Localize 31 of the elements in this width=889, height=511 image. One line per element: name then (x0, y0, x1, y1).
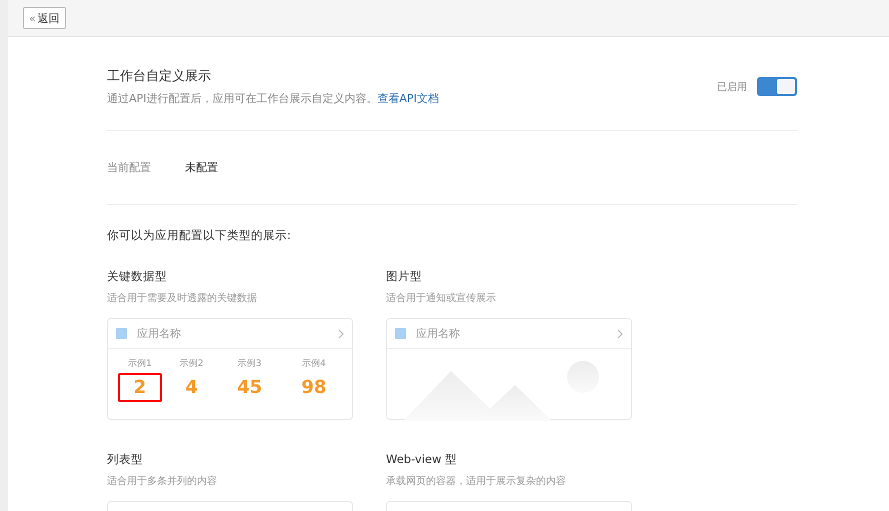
config-label: 当前配置 (107, 160, 151, 175)
app-icon (395, 328, 406, 339)
metric-label: 示例3 (238, 358, 262, 370)
back-button[interactable]: « 返回 (23, 7, 66, 29)
type-description: 适合用于需要及时透露的关键数据 (107, 292, 258, 305)
app-name: 应用名称 (137, 326, 182, 341)
type-description: 承载网页的容器，适用于展示复杂的内容 (386, 474, 567, 488)
intro-text: 你可以为应用配置以下类型的展示: (107, 228, 292, 243)
section-title: 工作台自定义展示 (107, 68, 212, 85)
type-title: 关键数据型 (107, 269, 168, 284)
enable-toggle[interactable] (757, 77, 797, 96)
metric-value: 4 (184, 376, 199, 400)
app-name: 应用名称 (416, 326, 461, 341)
type-title: 列表型 (107, 452, 144, 467)
type-title: Web-view 型 (386, 452, 458, 467)
section-description: 通过API进行配置后，应用可在工作台展示自定义内容。查看API文档 (107, 91, 439, 106)
config-value: 未配置 (185, 160, 218, 175)
type-description: 适合用于多条并列的内容 (107, 474, 218, 488)
metric-value: 98 (300, 376, 328, 400)
app-icon (116, 328, 127, 339)
metric-value: 2 (118, 373, 162, 402)
metric-label: 示例2 (180, 358, 204, 370)
metric-value: 45 (236, 376, 264, 400)
toggle-label: 已启用 (717, 80, 747, 94)
api-docs-link[interactable]: 查看API文档 (377, 92, 439, 105)
chevron-right-icon (338, 328, 344, 338)
type-title: 图片型 (386, 269, 423, 284)
metric-label: 示例4 (302, 358, 326, 370)
type-description: 适合用于通知或宣传展示 (386, 292, 497, 305)
metric-label: 示例1 (128, 358, 152, 370)
chevron-right-icon (617, 328, 623, 338)
